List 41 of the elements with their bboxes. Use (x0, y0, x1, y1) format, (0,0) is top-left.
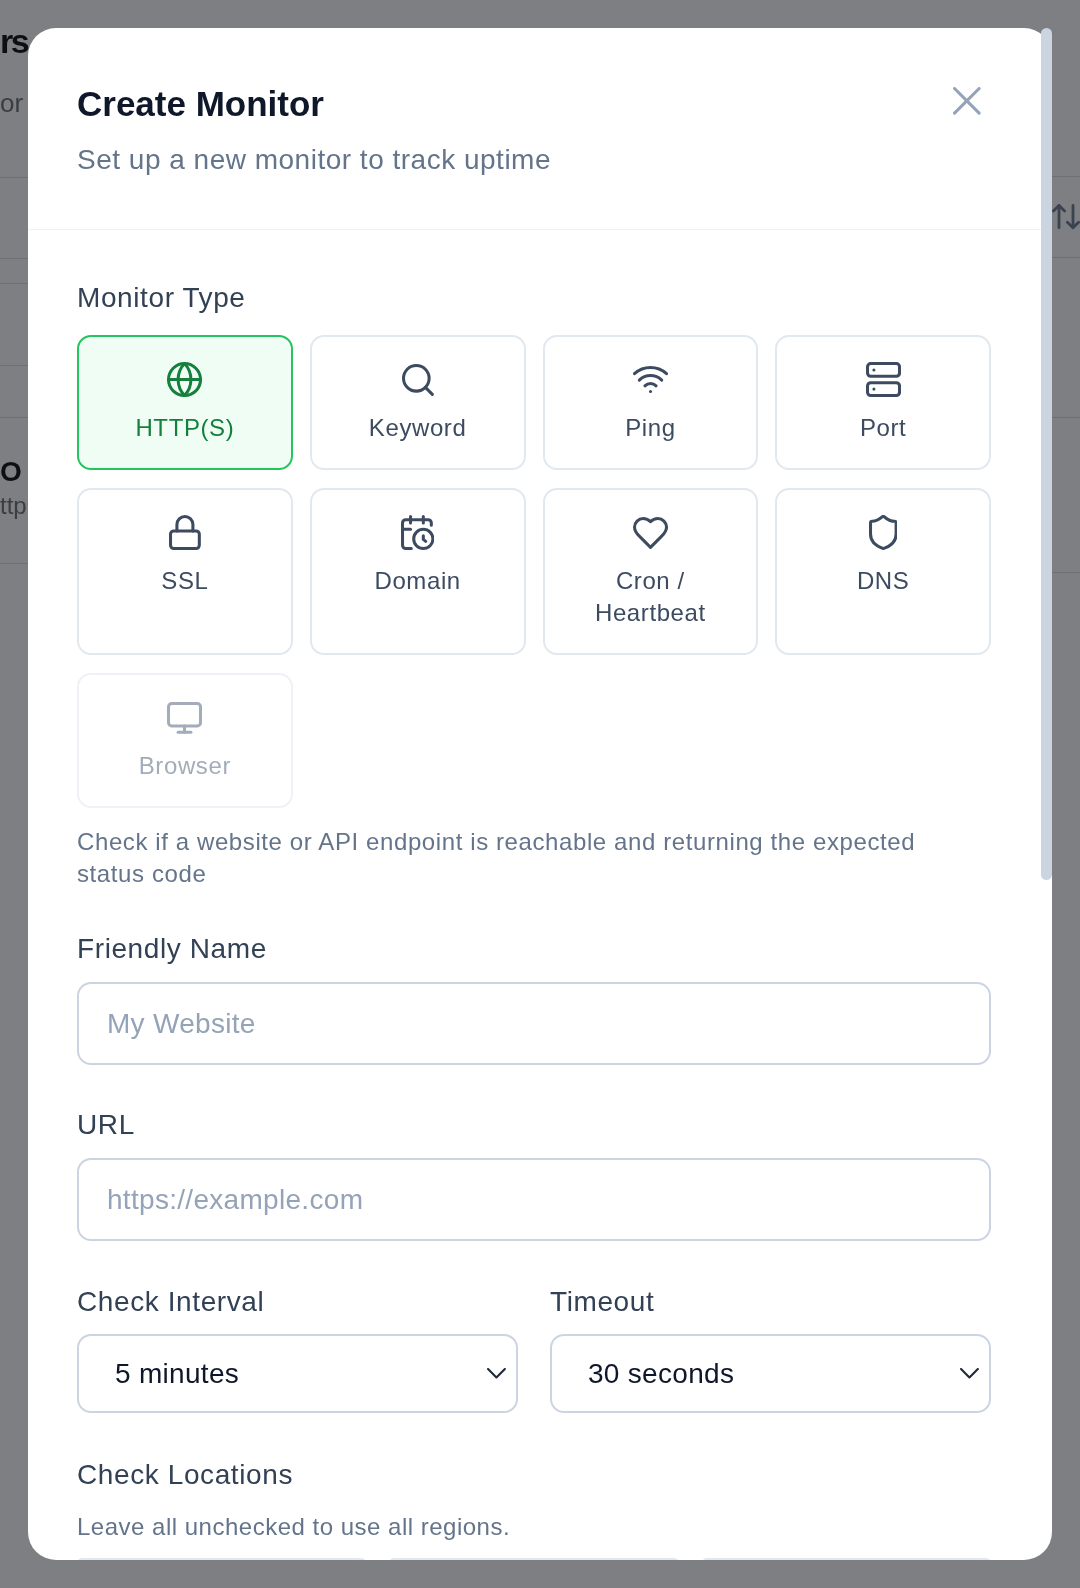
search-icon (401, 364, 434, 396)
dialog-title: Create Monitor (77, 83, 324, 125)
server-icon (865, 362, 901, 398)
shield-icon (868, 515, 898, 551)
monitor-type-option[interactable]: Domain (309, 488, 526, 655)
monitor-type-option[interactable]: SSL (77, 488, 293, 655)
monitor-name: O (0, 456, 22, 488)
lock-icon (168, 515, 201, 551)
monitor-type-option[interactable]: Cron / Heartbeat (542, 488, 759, 655)
page-title: rs (0, 21, 28, 61)
chevron-down-icon (960, 1368, 979, 1379)
monitor-type-label: Monitor Type (77, 281, 246, 315)
close-button[interactable] (953, 87, 981, 115)
monitor-icon (167, 702, 203, 734)
monitor-type-option[interactable]: DNS (775, 488, 991, 655)
check-locations-label: Check Locations (77, 1458, 293, 1492)
calendar-clock-icon (400, 515, 435, 551)
timeout-label: Timeout (550, 1285, 655, 1319)
sort-icon (1052, 204, 1080, 230)
url-label: URL (77, 1108, 135, 1142)
monitor-type-option[interactable]: Keyword (309, 335, 526, 470)
friendly-name-label: Friendly Name (77, 932, 267, 966)
check-interval-select[interactable]: 5 minutes (77, 1334, 518, 1413)
scrollbar-thumb[interactable] (1041, 28, 1052, 880)
dialog-subtitle: Set up a new monitor to track uptime (77, 143, 551, 177)
monitor-type-description: Check if a website or API endpoint is reachable and returning the expected status code (77, 827, 917, 889)
monitor-type-option[interactable]: Port (775, 335, 991, 470)
timeout-select[interactable]: 30 seconds (550, 1334, 991, 1413)
heart-icon (632, 517, 668, 549)
monitor-url: ttp (0, 492, 27, 520)
page-subtitle: or (0, 87, 24, 119)
url-input[interactable]: https://example.com (77, 1158, 991, 1241)
check-interval-label: Check Interval (77, 1285, 265, 1319)
monitor-type-option[interactable]: Ping (542, 335, 759, 470)
wifi-icon (632, 366, 668, 394)
close-icon (953, 87, 981, 115)
friendly-name-input[interactable]: My Website (77, 982, 991, 1065)
check-locations-hint: Leave all unchecked to use all regions. (77, 1512, 511, 1542)
monitor-type-option[interactable]: HTTP(S) (77, 335, 293, 470)
globe-icon (167, 362, 203, 398)
chevron-down-icon (487, 1368, 506, 1379)
